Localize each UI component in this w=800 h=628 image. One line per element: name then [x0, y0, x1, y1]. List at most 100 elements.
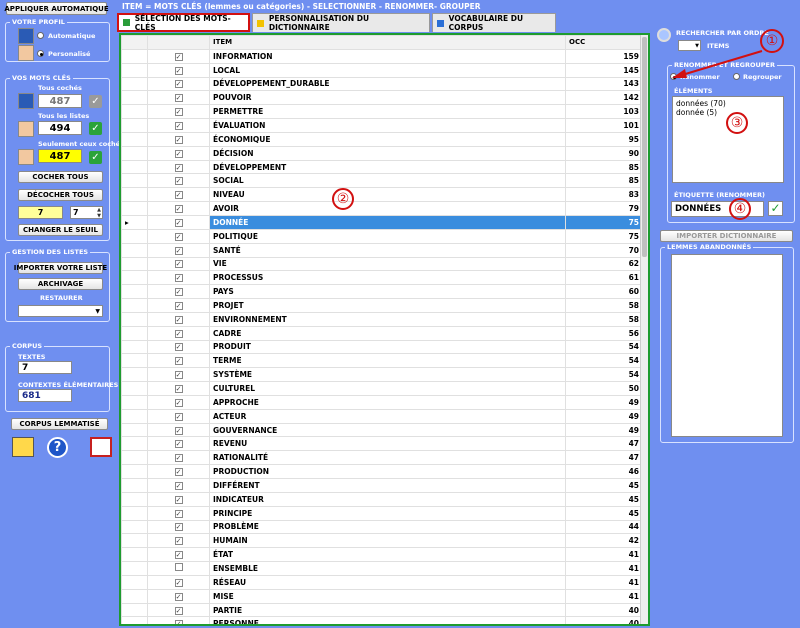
item-cell[interactable]: CADRE [209, 325, 566, 341]
row-marker[interactable] [121, 284, 148, 300]
item-column-header[interactable]: ITEM [209, 35, 566, 50]
row-checkbox[interactable]: ✓ [174, 426, 183, 435]
row-marker[interactable] [121, 602, 148, 618]
lemmatized-corpus-button[interactable]: CORPUS LEMMATISÉ [11, 418, 108, 430]
row-marker[interactable] [121, 228, 148, 244]
table-row[interactable]: ✓ ÉVALUATION 101 [121, 118, 643, 133]
row-marker[interactable] [121, 367, 148, 383]
item-cell[interactable]: ÉVALUATION [209, 118, 566, 133]
table-row[interactable]: ✓ PROBLÈME 44 [121, 519, 643, 535]
row-checkbox[interactable]: ✓ [174, 149, 183, 158]
occ-cell[interactable]: 85 [565, 173, 643, 189]
row-marker[interactable] [121, 90, 148, 106]
occ-cell[interactable]: 45 [565, 491, 643, 507]
home-icon[interactable] [90, 437, 112, 457]
restore-select[interactable]: ▼ [18, 305, 103, 317]
personal-profile-radio[interactable] [37, 50, 44, 57]
all-lists-confirm-icon[interactable]: ✓ [89, 122, 102, 135]
occ-cell[interactable]: 143 [565, 76, 643, 92]
table-row[interactable]: ✓ SANTÉ 70 [121, 242, 643, 258]
item-cell[interactable]: NIVEAU [209, 187, 566, 203]
row-marker[interactable] [121, 547, 148, 563]
threshold-field-a[interactable]: 7 [18, 206, 63, 219]
row-marker[interactable] [121, 478, 148, 493]
table-row[interactable]: ✓ LOCAL 145 [121, 62, 643, 78]
item-cell[interactable]: INDICATEUR [209, 491, 566, 507]
table-row[interactable]: ✓ PROJET 58 [121, 298, 643, 313]
occ-cell[interactable]: 41 [565, 588, 643, 604]
row-marker[interactable] [121, 561, 148, 576]
table-row[interactable]: ✓ PERSONNE 40 [121, 616, 643, 624]
row-marker[interactable] [121, 408, 148, 424]
occ-cell[interactable]: 54 [565, 367, 643, 383]
confirm-rename-icon[interactable]: ✓ [768, 201, 783, 216]
table-row[interactable]: ✓ AVOIR 79 [121, 201, 643, 216]
row-checkbox[interactable]: ✓ [174, 385, 183, 394]
row-marker[interactable] [121, 159, 148, 175]
import-list-button[interactable]: IMPORTER VOTRE LISTE [14, 262, 107, 274]
table-row[interactable]: ✓ ENVIRONNEMENT 58 [121, 311, 643, 327]
item-cell[interactable]: DÉVELOPPEMENT_DURABLE [209, 76, 566, 92]
row-marker[interactable] [121, 104, 148, 120]
row-marker[interactable] [121, 187, 148, 203]
row-marker[interactable]: ▸ [121, 214, 148, 230]
table-row[interactable]: ✓ PROCESSUS 61 [121, 270, 643, 286]
table-row[interactable]: ✓ SOCIAL 85 [121, 173, 643, 189]
row-marker[interactable] [121, 574, 148, 590]
row-checkbox[interactable]: ✓ [174, 468, 183, 477]
occ-cell[interactable]: 56 [565, 325, 643, 341]
item-cell[interactable]: PRODUIT [209, 339, 566, 355]
stepper-arrows-icon[interactable]: ▲ ▼ [97, 207, 101, 219]
row-marker[interactable] [121, 131, 148, 147]
row-marker[interactable] [121, 533, 148, 549]
row-checkbox[interactable]: ✓ [174, 52, 183, 61]
row-checkbox[interactable]: ✓ [174, 551, 183, 560]
occ-cell[interactable]: 75 [565, 214, 643, 230]
row-marker[interactable] [121, 242, 148, 258]
row-checkbox[interactable]: ✓ [174, 288, 183, 297]
table-row[interactable]: ✓ CADRE 56 [121, 325, 643, 341]
row-checkbox[interactable]: ✓ [174, 315, 183, 324]
row-marker[interactable] [121, 201, 148, 216]
row-checkbox[interactable]: ✓ [174, 260, 183, 269]
item-cell[interactable]: DIFFÉRENT [209, 478, 566, 493]
table-row[interactable]: ✓ PRINCIPE 45 [121, 505, 643, 521]
occ-cell[interactable]: 46 [565, 464, 643, 479]
occ-cell[interactable]: 58 [565, 311, 643, 327]
row-checkbox[interactable]: ✓ [174, 191, 183, 200]
row-marker[interactable] [121, 464, 148, 479]
row-checkbox[interactable]: ✓ [174, 620, 183, 624]
item-cell[interactable]: INFORMATION [209, 48, 566, 64]
row-marker[interactable] [121, 311, 148, 327]
item-cell[interactable]: SYSTÈME [209, 367, 566, 383]
apply-automatic-button[interactable]: APPLIQUER AUTOMATIQUE [4, 2, 109, 15]
item-cell[interactable]: PERMETTRE [209, 104, 566, 120]
occ-cell[interactable]: 50 [565, 381, 643, 396]
auto-profile-radio[interactable] [37, 32, 44, 39]
table-row[interactable]: ✓ PERMETTRE 103 [121, 104, 643, 120]
item-cell[interactable]: APPROCHE [209, 394, 566, 410]
table-row[interactable]: ✓ CULTUREL 50 [121, 381, 643, 396]
row-checkbox[interactable]: ✓ [174, 537, 183, 546]
item-cell[interactable]: GOUVERNANCE [209, 422, 566, 438]
row-marker[interactable] [121, 505, 148, 521]
table-row[interactable]: ✓ RATIONALITÉ 47 [121, 450, 643, 466]
item-cell[interactable]: ENSEMBLE [209, 561, 566, 576]
occ-cell[interactable]: 40 [565, 602, 643, 618]
occ-cell[interactable]: 95 [565, 131, 643, 147]
occ-cell[interactable]: 103 [565, 104, 643, 120]
scrollbar-thumb[interactable] [642, 37, 647, 257]
item-cell[interactable]: ENVIRONNEMENT [209, 311, 566, 327]
occ-cell[interactable]: 49 [565, 422, 643, 438]
item-cell[interactable]: PROBLÈME [209, 519, 566, 535]
row-marker[interactable] [121, 381, 148, 396]
list-item[interactable]: données (70) [676, 99, 780, 108]
magnifier-icon[interactable] [657, 28, 671, 42]
row-marker[interactable] [121, 616, 148, 624]
table-row[interactable]: ✓ ÉCONOMIQUE 95 [121, 131, 643, 147]
occ-cell[interactable]: 83 [565, 187, 643, 203]
occ-cell[interactable]: 90 [565, 145, 643, 161]
row-marker[interactable] [121, 394, 148, 410]
row-checkbox[interactable]: ✓ [174, 80, 183, 89]
table-row[interactable]: ✓ PRODUCTION 46 [121, 464, 643, 479]
